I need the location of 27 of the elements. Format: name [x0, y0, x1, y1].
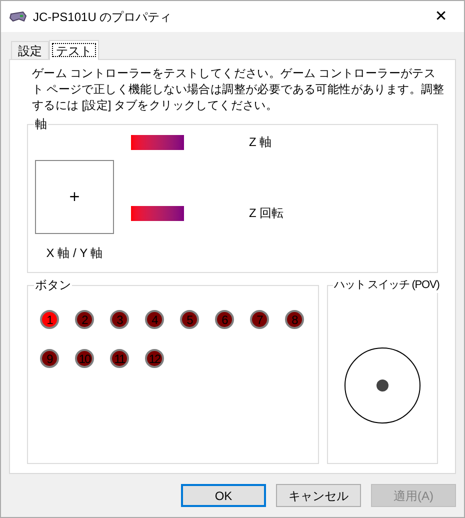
crosshair: +: [68, 190, 80, 204]
button-indicator: 11: [110, 349, 129, 368]
button-indicator: 3: [110, 310, 129, 329]
dialog-button[interactable]: キャンセル: [276, 484, 361, 507]
button-indicator: 10: [75, 349, 94, 368]
axis-label: Z 軸: [249, 134, 272, 151]
tab[interactable]: 設定: [11, 41, 49, 59]
button-indicator: 2: [75, 310, 94, 329]
tab[interactable]: テスト: [49, 40, 99, 60]
button-indicator: 1: [40, 310, 59, 329]
button-indicator: 5: [180, 310, 199, 329]
window-title: JC-PS101U のプロパティ: [33, 8, 172, 26]
gamepad-icon: [9, 10, 27, 22]
button-indicator: 4: [145, 310, 164, 329]
axis-label: Z 回転: [249, 205, 284, 222]
button-indicator: 9: [40, 349, 59, 368]
button-indicator: 7: [250, 310, 269, 329]
axis-label: X 軸 / Y 軸: [46, 245, 103, 262]
dialog-button[interactable]: OK: [181, 484, 266, 507]
group-title: 軸: [34, 116, 48, 132]
button-indicator: 6: [215, 310, 234, 329]
group-title: ハット スイッチ (POV): [333, 277, 440, 293]
button-indicator: 12: [145, 349, 164, 368]
instruction-text: ゲーム コントローラーをテストしてください。ゲーム コントローラーがテスト ページで正しく機能しない場合は調整が必要である可能性があります。調整するには [設定] タブをクリックしてください。: [31, 67, 446, 114]
button-indicator: 8: [285, 310, 304, 329]
close-button[interactable]: ✕: [418, 1, 464, 32]
group-title: ボタン: [34, 277, 72, 293]
